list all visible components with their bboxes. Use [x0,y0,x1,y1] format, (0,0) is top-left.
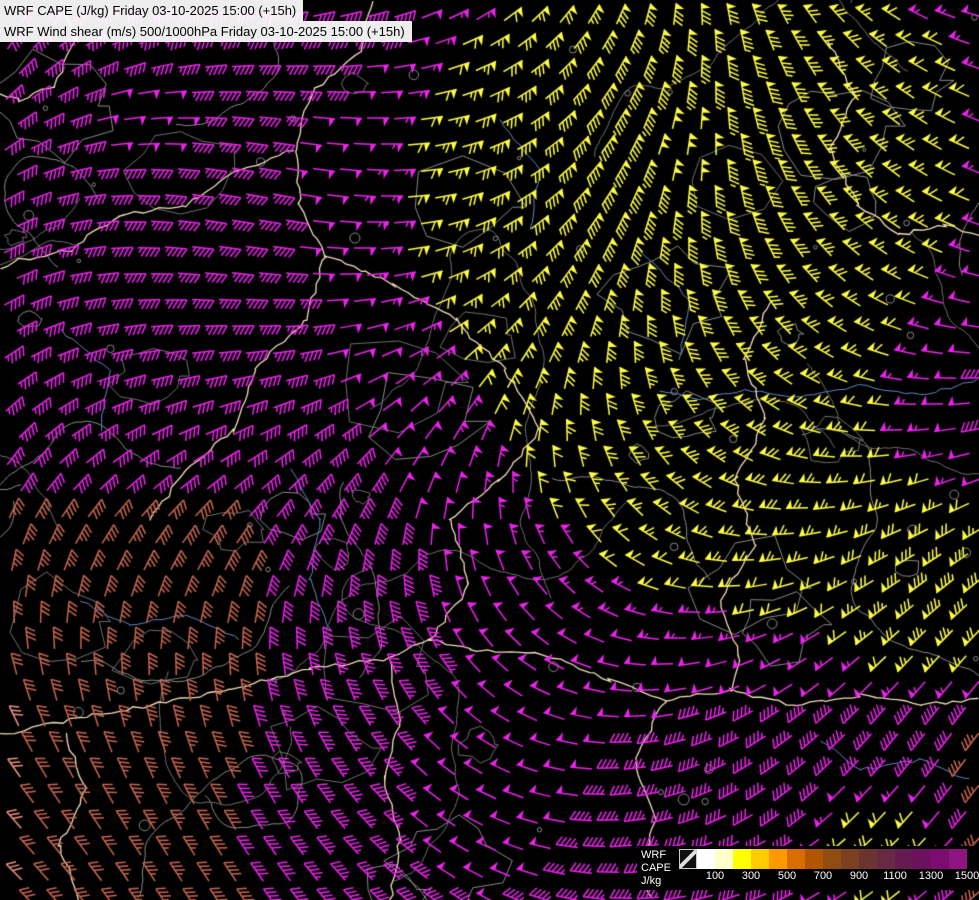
legend-units-label: J/kg [641,875,671,888]
legend-tick-label: 1300 [919,870,943,882]
legend-swatch [769,849,787,869]
legend-swatch-row [679,849,967,869]
cape-legend: WRF CAPE J/kg 10030050070090011001300150… [637,846,975,890]
map-title-windshear: WRF Wind shear (m/s) 500/1000hPa Friday … [0,21,412,42]
legend-swatch [949,849,967,869]
legend-tick-row: 100300500700900110013001500 [679,870,967,883]
legend-swatch [913,849,931,869]
legend-tick-label: 900 [850,870,868,882]
legend-swatch [787,849,805,869]
legend-swatch [877,849,895,869]
legend-swatch [751,849,769,869]
legend-swatch [733,849,751,869]
legend-tick-label: 1500 [955,870,979,882]
legend-model-label: WRF [641,849,671,862]
legend-tick-label: 100 [706,870,724,882]
legend-swatch [805,849,823,869]
weather-map: WRF CAPE (J/kg) Friday 03-10-2025 15:00 … [0,0,979,900]
legend-tick-label: 300 [742,870,760,882]
legend-tick-label: 500 [778,870,796,882]
map-canvas [0,0,979,900]
legend-swatch [931,849,949,869]
legend-scale: 100300500700900110013001500 [679,849,967,883]
map-title-cape: WRF CAPE (J/kg) Friday 03-10-2025 15:00 … [0,0,303,21]
legend-swatch [715,849,733,869]
legend-swatch [679,849,697,869]
map-titles: WRF CAPE (J/kg) Friday 03-10-2025 15:00 … [0,0,412,42]
legend-tick-label: 1100 [883,870,907,882]
legend-tick-label: 700 [814,870,832,882]
legend-swatch [895,849,913,869]
legend-variable-label: CAPE [641,862,671,875]
legend-swatch [841,849,859,869]
legend-swatch [697,849,715,869]
legend-swatch [823,849,841,869]
legend-meta: WRF CAPE J/kg [641,849,671,888]
legend-swatch [859,849,877,869]
